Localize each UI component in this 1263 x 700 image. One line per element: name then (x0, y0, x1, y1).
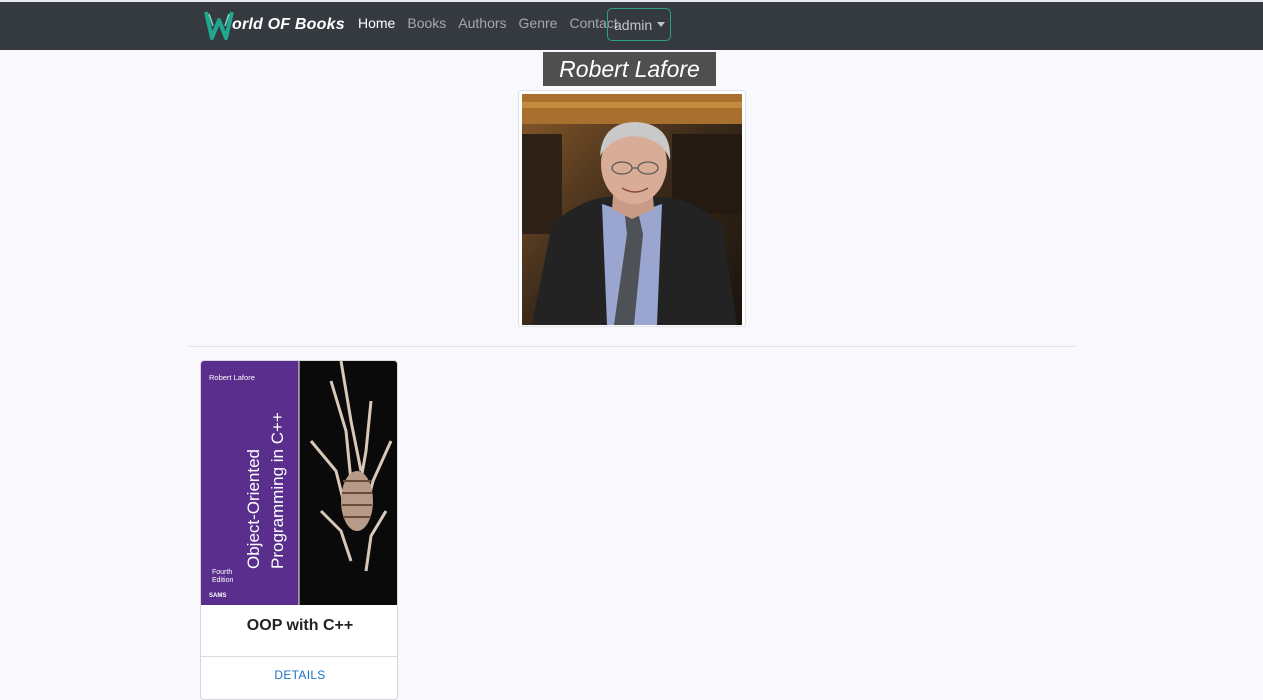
book-title: OOP with C++ (246, 617, 354, 634)
cover-title-line1: Object-Oriented (244, 449, 263, 569)
caret-down-icon (657, 22, 666, 27)
cover-publisher: SAMS (209, 593, 226, 599)
brand-w-icon (204, 11, 234, 40)
cover-edition-line2: Edition (212, 577, 234, 584)
cover-author: Robert Lafore (209, 373, 255, 382)
cover-title-line2: Programming in C++ (268, 412, 287, 569)
book-cover-image: Robert Lafore Object-Oriented Programmin… (201, 361, 397, 605)
user-menu-button[interactable]: admin (607, 8, 671, 41)
card-divider (201, 656, 397, 657)
author-name: Robert Lafore (543, 52, 716, 86)
nav-links: Home Books Authors Genre Contact (352, 15, 624, 31)
nav-genre[interactable]: Genre (513, 15, 564, 31)
brand-logo[interactable]: orld OF Books (204, 8, 345, 42)
user-menu-label: admin (614, 16, 653, 33)
author-photo (518, 90, 746, 327)
details-link[interactable]: DETAILS (201, 668, 397, 682)
section-divider (188, 346, 1076, 347)
brand-text: orld OF Books (232, 16, 345, 33)
nav-authors[interactable]: Authors (452, 15, 512, 31)
author-portrait-image (522, 94, 742, 325)
navbar: orld OF Books Home Books Authors Genre C… (0, 2, 1263, 50)
cover-edition-line1: Fourth (212, 569, 232, 576)
book-card[interactable]: Robert Lafore Object-Oriented Programmin… (200, 360, 398, 700)
nav-books[interactable]: Books (401, 15, 452, 31)
nav-home[interactable]: Home (352, 15, 401, 31)
